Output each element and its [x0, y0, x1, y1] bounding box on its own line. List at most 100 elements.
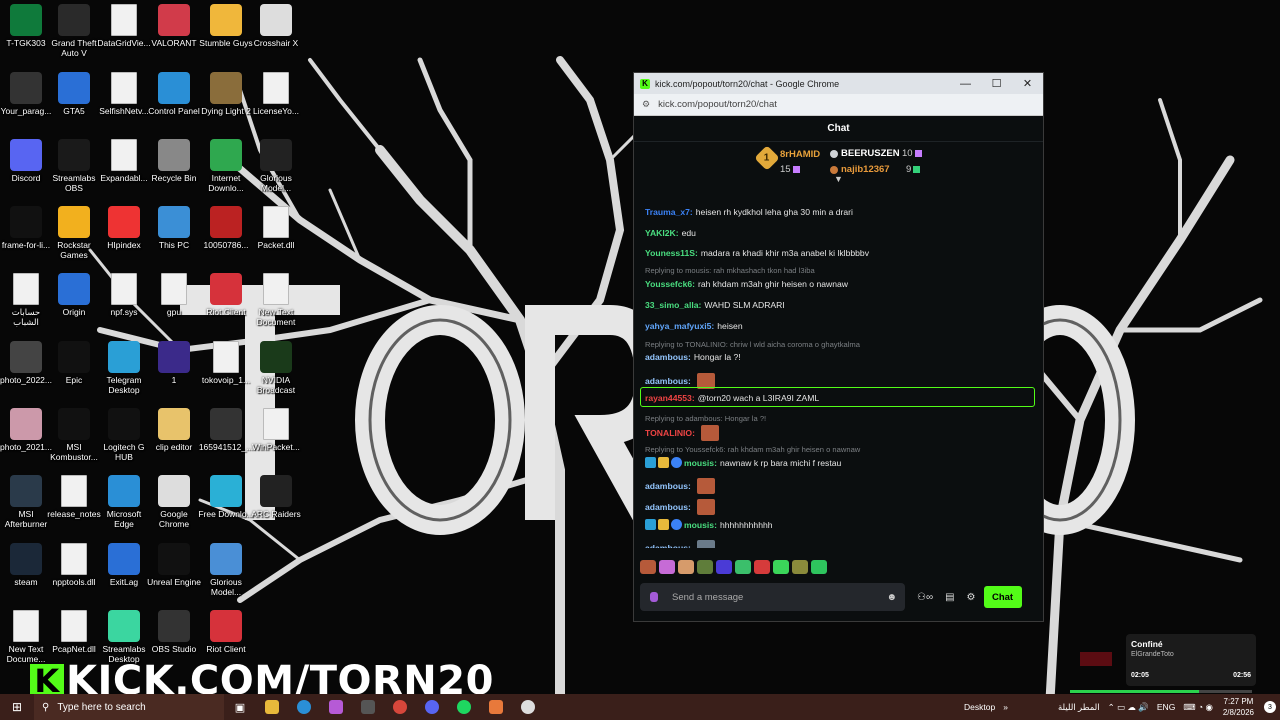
leaderboard-third-name[interactable]: najib12367 — [841, 164, 890, 175]
desktop-icon[interactable]: This PC — [146, 206, 202, 250]
chrome-taskbar-icon[interactable] — [384, 694, 416, 720]
desktop-icon[interactable]: npf.sys — [96, 273, 152, 317]
desktop-icon[interactable]: Origin — [46, 273, 102, 317]
app-orange-icon[interactable] — [480, 694, 512, 720]
desktop-icon[interactable]: Glorious Model... — [248, 139, 304, 193]
notification-badge[interactable]: 3 — [1264, 701, 1276, 713]
emote-icon[interactable] — [697, 560, 713, 574]
chat-username[interactable]: yahya_mafyuxi5: — [645, 321, 714, 331]
emote-icon[interactable] — [773, 560, 789, 574]
copilot-icon[interactable] — [320, 694, 352, 720]
desktop-icon[interactable]: 165941512_... — [198, 408, 254, 452]
emote-quick-bar[interactable] — [640, 560, 827, 576]
task-view-icon[interactable]: ▣ — [224, 694, 256, 720]
desktop-icon[interactable]: Recycle Bin — [146, 139, 202, 183]
chat-username[interactable]: adambous: — [645, 481, 691, 491]
chat-username[interactable]: adambous: — [645, 543, 691, 548]
start-button[interactable]: ⊞ — [0, 700, 34, 714]
chrome-popup-window[interactable]: K kick.com/popout/torn20/chat - Google C… — [633, 72, 1044, 622]
language-indicator[interactable]: ENG — [1157, 702, 1175, 712]
chat-username[interactable]: Trauma_x7: — [645, 207, 693, 217]
obs-taskbar-icon[interactable] — [512, 694, 544, 720]
chat-username[interactable]: mousis: — [684, 520, 717, 530]
settings-gear-icon[interactable]: ⚙ — [967, 592, 976, 603]
chat-username[interactable]: YAKI2K: — [645, 228, 679, 238]
chat-username[interactable]: mousis: — [684, 458, 717, 468]
chat-message[interactable]: Trauma_x7: heisen rh kydkhol leha gha 30 … — [645, 207, 853, 217]
leaderboard-second-name[interactable]: BEERUSZEN — [841, 148, 900, 159]
desktop-icon[interactable]: Dying Light 2 — [198, 72, 254, 116]
reply-context[interactable]: Replying to mousis: rah mkhashach tkon h… — [645, 266, 815, 275]
desktop-icon[interactable]: Riot Client — [198, 610, 254, 654]
chat-username[interactable]: TONALINIO: — [645, 428, 695, 438]
tray-icons[interactable]: ⌃ ▭ ☁ 🔊 — [1108, 702, 1149, 713]
emote-icon[interactable] — [735, 560, 751, 574]
desktop-icon[interactable]: Streamlabs Desktop — [96, 610, 152, 664]
chat-message[interactable]: adambous: — [645, 540, 715, 548]
desktop-icon[interactable]: Expandabl... — [96, 139, 152, 183]
reply-context[interactable]: Replying to TONALINIO: chriw l wld aicha… — [645, 340, 860, 349]
desktop-icon[interactable]: ExitLag — [96, 543, 152, 587]
chat-messages[interactable]: Trauma_x7: heisen rh kydkhol leha gha 30 … — [634, 203, 1043, 548]
desktop-icon[interactable]: New Text Document — [248, 273, 304, 327]
chat-message[interactable]: Youssefck6: rah khdam m3ah ghir heisen o … — [645, 279, 848, 289]
desktop-icon[interactable]: Logitech G HUB — [96, 408, 152, 462]
emote-icon[interactable] — [716, 560, 732, 574]
desktop-icon[interactable]: Packet.dll — [248, 206, 304, 250]
desktop-icon[interactable]: npptools.dll — [46, 543, 102, 587]
desktop-icon[interactable]: HIpindex — [96, 206, 152, 250]
expand-pinned-icon[interactable]: ▼ — [834, 174, 843, 184]
users-infinity-icon[interactable]: ⚇∞ — [917, 592, 933, 603]
chat-message[interactable]: adambous: — [645, 499, 715, 515]
weather-text[interactable]: المطر الليلة — [1058, 702, 1100, 713]
store-icon[interactable]: ▤ — [945, 592, 954, 603]
desktop-icon[interactable]: Glorious Model... — [198, 543, 254, 597]
emote-icon[interactable] — [640, 560, 656, 574]
message-input[interactable]: Send a message ☻ — [640, 583, 905, 611]
desktop-icon[interactable]: GTA5 — [46, 72, 102, 116]
desktop-icon[interactable]: 1 — [146, 341, 202, 385]
chat-message[interactable]: adambous: Hongar la ?! — [645, 352, 741, 362]
chat-message[interactable]: adambous: — [645, 478, 715, 494]
chat-username[interactable]: 33_simo_alla: — [645, 300, 701, 310]
desktop-toolbar-label[interactable]: Desktop — [964, 702, 995, 712]
chevron-icon[interactable]: » — [1003, 702, 1008, 712]
tray-status-icons[interactable]: ⌨ ◔ ◉ — [1183, 702, 1213, 713]
chat-username[interactable]: Youssefck6: — [645, 279, 695, 289]
spotify-icon[interactable] — [448, 694, 480, 720]
media-now-playing[interactable]: Confiné ElGrandeToto 02:05 02:56 — [1126, 634, 1256, 686]
taskbar-clock[interactable]: 7:27 PM 2/8/2026 — [1223, 696, 1254, 718]
minimize-button[interactable]: — — [950, 78, 981, 90]
desktop-icon[interactable]: Crosshair X — [248, 4, 304, 48]
desktop-icon[interactable]: MSI Kombustor... — [46, 408, 102, 462]
site-info-icon[interactable]: ⚙ — [642, 99, 650, 110]
chat-message[interactable]: 33_simo_alla: WAHD SLM ADRARI — [645, 300, 785, 310]
close-button[interactable]: ✕ — [1012, 77, 1043, 90]
desktop-icon[interactable]: tokovoip_1... — [198, 341, 254, 385]
desktop-icon[interactable]: Telegram Desktop — [96, 341, 152, 395]
edge-icon[interactable] — [288, 694, 320, 720]
emoji-picker-icon[interactable]: ☻ — [886, 592, 897, 603]
microphone-icon[interactable] — [650, 592, 658, 602]
chat-message[interactable]: TONALINIO: — [645, 425, 719, 441]
desktop-icon[interactable]: WinPacket... — [248, 408, 304, 452]
address-bar[interactable]: ⚙ kick.com/popout/torn20/chat — [634, 94, 1043, 116]
chat-message[interactable]: mousis: hhhhhhhhhhh — [645, 519, 773, 530]
window-title-bar[interactable]: K kick.com/popout/torn20/chat - Google C… — [634, 73, 1043, 94]
desktop-icon[interactable]: release_notes — [46, 475, 102, 519]
desktop-icon[interactable]: SelfishNetv... — [96, 72, 152, 116]
desktop-icon[interactable]: 10050786... — [198, 206, 254, 250]
desktop-icon[interactable]: Control Panel — [146, 72, 202, 116]
app-icon[interactable] — [352, 694, 384, 720]
desktop-icon[interactable]: Epic — [46, 341, 102, 385]
file-explorer-icon[interactable] — [256, 694, 288, 720]
desktop-icon[interactable]: Streamlabs OBS — [46, 139, 102, 193]
desktop-icon[interactable]: gpu — [146, 273, 202, 317]
desktop-icon[interactable]: clip editor — [146, 408, 202, 452]
chat-username[interactable]: adambous: — [645, 376, 691, 386]
desktop-icon[interactable]: ARC Raiders — [248, 475, 304, 519]
desktop-icon[interactable]: VALORANT — [146, 4, 202, 48]
desktop-icon[interactable]: Free Downlo... — [198, 475, 254, 519]
chat-message[interactable]: YAKI2K: edu — [645, 228, 696, 238]
emote-icon[interactable] — [754, 560, 770, 574]
